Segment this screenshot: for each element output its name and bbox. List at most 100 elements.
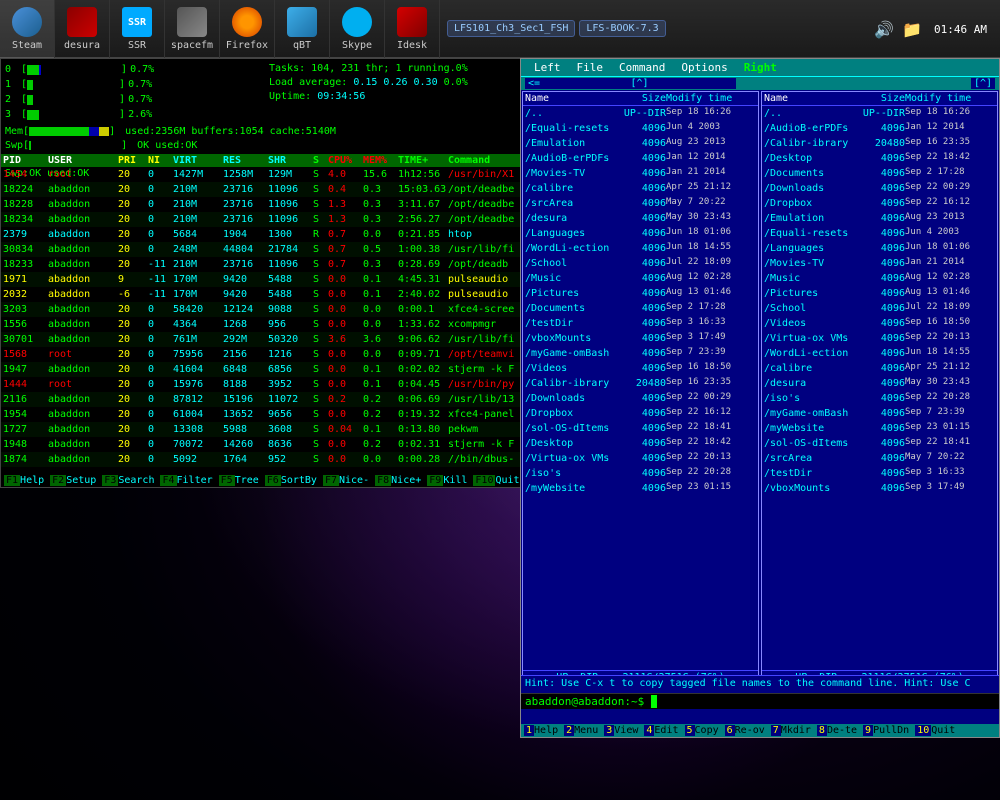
mc-file-row[interactable]: /Downloads 4096 Sep 22 00:29 [523,391,758,406]
mc-file-row[interactable]: /vboxMounts 4096 Sep 3 17:49 [523,331,758,346]
process-row[interactable]: 1727 abaddon 20 0 13308 5988 3608 S 0.04… [1,422,530,437]
process-row[interactable]: 1874 abaddon 20 0 5092 1764 952 S 0.0 0.… [1,452,530,467]
process-row[interactable]: 18228 abaddon 20 0 210M 23716 11096 S 1.… [1,197,530,212]
mc-file-row[interactable]: /Music 4096 Aug 12 02:28 [523,271,758,286]
mc-file-row[interactable]: /Virtua-ox VMs 4096 Sep 22 20:13 [523,451,758,466]
taskbar-item-firefox[interactable]: Firefox [220,0,275,58]
mc-file-row[interactable]: /Videos 4096 Sep 16 18:50 [523,361,758,376]
process-row[interactable]: 1954 abaddon 20 0 61004 13652 9656 S 0.0… [1,407,530,422]
process-row[interactable]: 2379 abaddon 20 0 5684 1904 1300 R 0.7 0… [1,227,530,242]
mc-file-row[interactable]: /Emulation 4096 Aug 23 2013 [762,211,997,226]
mc-file-row[interactable]: /Languages 4096 Jun 18 01:06 [523,226,758,241]
taskbar-item-steam[interactable]: Steam [0,0,55,58]
mc-menu-left[interactable]: Left [526,60,569,75]
mc-menu-right[interactable]: Right [736,60,785,75]
mc-footer-3[interactable]: 3View [601,724,641,737]
mc-file-row[interactable]: /Desktop 4096 Sep 22 18:42 [762,151,997,166]
mc-file-row[interactable]: /Emulation 4096 Aug 23 2013 [523,136,758,151]
process-row[interactable]: 18224 abaddon 20 0 210M 23716 11096 S 0.… [1,182,530,197]
taskbar-item-desura[interactable]: desura [55,0,110,58]
taskbar-item-idesk[interactable]: Idesk [385,0,440,58]
mc-file-row[interactable]: /WordLi-ection 4096 Jun 18 14:55 [523,241,758,256]
mc-file-row[interactable]: /testDir 4096 Sep 3 16:33 [523,316,758,331]
process-row[interactable]: 1454 root 20 0 1427M 1258M 129M S 4.0 15… [1,167,530,182]
process-row[interactable]: 1947 abaddon 20 0 41604 6848 6856 S 0.0 … [1,362,530,377]
mc-file-row[interactable]: /Pictures 4096 Aug 13 01:46 [762,286,997,301]
mc-file-row[interactable]: /Dropbox 4096 Sep 22 16:12 [762,196,997,211]
mc-file-row[interactable]: /AudioB-erPDFs 4096 Jan 12 2014 [523,151,758,166]
process-row[interactable]: 30701 abaddon 20 0 761M 292M 50320 S 3.6… [1,332,530,347]
mc-file-row[interactable]: /testDir 4096 Sep 3 16:33 [762,466,997,481]
mc-file-row[interactable]: /WordLi-ection 4096 Jun 18 14:55 [762,346,997,361]
mc-file-row[interactable]: /calibre 4096 Apr 25 21:12 [523,181,758,196]
mc-file-row[interactable]: /Downloads 4096 Sep 22 00:29 [762,181,997,196]
mc-file-row[interactable]: /sol-OS-dItems 4096 Sep 22 18:41 [762,436,997,451]
mc-file-row[interactable]: /Movies-TV 4096 Jan 21 2014 [523,166,758,181]
mc-file-row[interactable]: /AudioB-erPDFs 4096 Jan 12 2014 [762,121,997,136]
process-row[interactable]: 1948 abaddon 20 0 70072 14260 8636 S 0.0… [1,437,530,452]
mc-file-row[interactable]: /calibre 4096 Apr 25 21:12 [762,361,997,376]
mc-file-row[interactable]: /iso's 4096 Sep 22 20:28 [762,391,997,406]
mc-file-row[interactable]: /myWebsite 4096 Sep 23 01:15 [762,421,997,436]
mc-file-row[interactable]: /Videos 4096 Sep 16 18:50 [762,316,997,331]
taskbar-open-lfsbook[interactable]: LFS-BOOK-7.3 [579,20,665,37]
htop-footer-f9[interactable]: F9Kill [424,474,470,487]
mc-menu-file[interactable]: File [569,60,612,75]
mc-file-row[interactable]: /myGame-omBash 4096 Sep 7 23:39 [523,346,758,361]
mc-file-row[interactable]: /Documents 4096 Sep 2 17:28 [523,301,758,316]
mc-file-row[interactable]: /Desktop 4096 Sep 22 18:42 [523,436,758,451]
process-row[interactable]: 30834 abaddon 20 0 248M 44804 21784 S 0.… [1,242,530,257]
mc-file-row[interactable]: /.. UP--DIR Sep 18 16:26 [762,106,997,121]
mc-file-row[interactable]: /srcArea 4096 May 7 20:22 [523,196,758,211]
htop-footer-f8[interactable]: F8Nice+ [372,474,424,487]
mc-file-row[interactable]: /desura 4096 May 30 23:43 [523,211,758,226]
mc-file-row[interactable]: /Calibr-ibrary 20480 Sep 16 23:35 [523,376,758,391]
mc-file-row[interactable]: /myWebsite 4096 Sep 23 01:15 [523,481,758,496]
mc-file-row[interactable]: /Movies-TV 4096 Jan 21 2014 [762,256,997,271]
mc-file-row[interactable]: /myGame-omBash 4096 Sep 7 23:39 [762,406,997,421]
mc-file-row[interactable]: /sol-OS-dItems 4096 Sep 22 18:41 [523,421,758,436]
htop-footer-f7[interactable]: F7Nice- [320,474,372,487]
taskbar-item-skype[interactable]: Skype [330,0,385,58]
mc-file-row[interactable]: /Equali-resets 4096 Jun 4 2003 [523,121,758,136]
mc-footer-1[interactable]: 1Help [521,724,561,737]
process-row[interactable]: 2116 abaddon 20 0 87812 15196 11072 S 0.… [1,392,530,407]
htop-footer-f2[interactable]: F2Setup [47,474,99,487]
mc-footer-2[interactable]: 2Menu [561,724,601,737]
mc-cmdline[interactable]: abaddon@abaddon:~$ [521,693,999,709]
mc-file-row[interactable]: /Documents 4096 Sep 2 17:28 [762,166,997,181]
taskbar-open-lfs101[interactable]: LFS101_Ch3_Sec1_FSH [447,20,575,37]
htop-footer-f4[interactable]: F4Filter [157,474,215,487]
mc-footer-9[interactable]: 9PullDn [860,724,912,737]
mc-file-row[interactable]: /Languages 4096 Jun 18 01:06 [762,241,997,256]
process-row[interactable]: 18234 abaddon 20 0 210M 23716 11096 S 1.… [1,212,530,227]
htop-footer-f6[interactable]: F6SortBy [262,474,320,487]
mc-file-row[interactable]: /desura 4096 May 30 23:43 [762,376,997,391]
mc-footer-5[interactable]: 5Copy [682,724,722,737]
mc-file-row[interactable]: /vboxMounts 4096 Sep 3 17:49 [762,481,997,496]
mc-file-row[interactable]: /srcArea 4096 May 7 20:22 [762,451,997,466]
process-row[interactable]: 1568 root 20 0 75956 2156 1216 S 0.0 0.0… [1,347,530,362]
mc-footer-7[interactable]: 7Mkdir [768,724,814,737]
mc-menu-command[interactable]: Command [611,60,673,75]
mc-file-row[interactable]: /Dropbox 4096 Sep 22 16:12 [523,406,758,421]
htop-footer-f3[interactable]: F3Search [99,474,157,487]
mc-file-row[interactable]: /School 4096 Jul 22 18:09 [762,301,997,316]
mc-footer-6[interactable]: 6Re-ov [722,724,768,737]
mc-menu-options[interactable]: Options [673,60,735,75]
process-row[interactable]: 1556 abaddon 20 0 4364 1268 956 S 0.0 0.… [1,317,530,332]
process-row[interactable]: 1444 root 20 0 15976 8188 3952 S 0.0 0.1… [1,377,530,392]
mc-file-row[interactable]: /Virtua-ox VMs 4096 Sep 22 20:13 [762,331,997,346]
taskbar-item-qbt[interactable]: qBT [275,0,330,58]
process-row[interactable]: 1971 abaddon 9 -11 170M 9420 5488 S 0.0 … [1,272,530,287]
mc-footer-10[interactable]: 10Quit [912,724,958,737]
mc-file-row[interactable]: /Calibr-ibrary 20480 Sep 16 23:35 [762,136,997,151]
mc-file-row[interactable]: /School 4096 Jul 22 18:09 [523,256,758,271]
mc-footer-8[interactable]: 8De-te [814,724,860,737]
mc-file-row[interactable]: /.. UP--DIR Sep 18 16:26 [523,106,758,121]
mc-footer-4[interactable]: 4Edit [641,724,681,737]
process-row[interactable]: 3203 abaddon 20 0 58420 12124 9088 S 0.0… [1,302,530,317]
mc-file-row[interactable]: /Music 4096 Aug 12 02:28 [762,271,997,286]
process-row[interactable]: 18233 abaddon 20 -11 210M 23716 11096 S … [1,257,530,272]
htop-footer-f10[interactable]: F10Quit [470,474,522,487]
